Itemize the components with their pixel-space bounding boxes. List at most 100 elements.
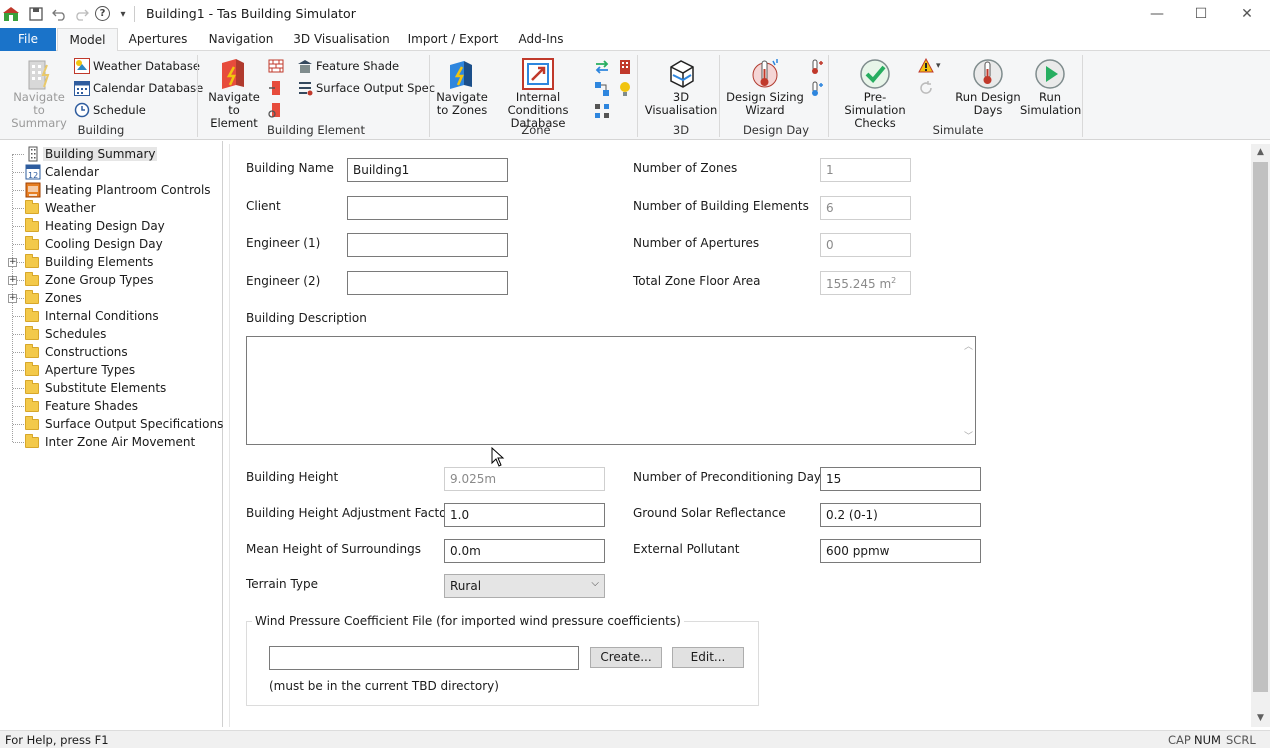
calendar-database-button[interactable]: Calendar Database	[74, 78, 203, 98]
expand-icon[interactable]: +	[8, 258, 17, 267]
building-name-input[interactable]: Building1	[347, 158, 508, 182]
zone-group-icon[interactable]	[594, 81, 610, 97]
client-input[interactable]	[347, 196, 508, 220]
minimize-button[interactable]: —	[1134, 0, 1180, 28]
zone-swap-icon[interactable]	[594, 59, 610, 75]
run-design-days-button[interactable]: Run Design Days	[954, 53, 1022, 117]
scroll-up-icon[interactable]: ▲	[1251, 144, 1270, 161]
tree-item[interactable]: Schedules	[0, 325, 223, 343]
tab-3d-visualisation[interactable]: 3D Visualisation	[291, 28, 392, 51]
run-simulation-button[interactable]: Run Simulation	[1020, 53, 1081, 117]
navigate-to-zones-button[interactable]: Navigate to Zones	[435, 53, 489, 117]
tab-apertures[interactable]: Apertures	[124, 28, 192, 51]
warning-dropdown-icon[interactable]: ▾	[936, 58, 952, 74]
edit-button[interactable]: Edit...	[672, 647, 744, 668]
tree-item[interactable]: Building Summary	[0, 145, 223, 163]
expand-icon[interactable]: +	[8, 294, 17, 303]
scroll-down-icon[interactable]: ▼	[1251, 710, 1270, 727]
height-adjustment-input[interactable]: 1.0	[444, 503, 605, 527]
tree-item[interactable]: Internal Conditions	[0, 307, 223, 325]
textarea-scroll-down-icon[interactable]: ﹀	[964, 429, 973, 442]
plantroom-icon	[25, 182, 41, 198]
folder-icon	[25, 290, 39, 304]
tree-connector	[13, 208, 24, 209]
surface-output-icon	[297, 80, 313, 96]
tree-item[interactable]: Aperture Types	[0, 361, 223, 379]
pre-simulation-checks-button[interactable]: Pre-Simulation Checks	[834, 53, 916, 130]
app-icon[interactable]	[2, 5, 20, 23]
maximize-button[interactable]: ☐	[1178, 0, 1224, 28]
checks-icon	[859, 57, 891, 89]
3d-visualisation-button[interactable]: 3D Visualisation	[643, 53, 719, 117]
lighting-bulb-icon[interactable]	[617, 81, 633, 97]
tab-file[interactable]: File	[0, 28, 56, 51]
textarea-scroll-up-icon[interactable]: ︿	[964, 339, 973, 352]
tree-item[interactable]: + Building Elements	[0, 253, 223, 271]
terrain-type-select[interactable]: Rural ⌵	[444, 574, 605, 598]
wind-pressure-note: (must be in the current TBD directory)	[269, 679, 499, 693]
tree-item[interactable]: Cooling Design Day	[0, 235, 223, 253]
title-bar: ? ▾ Building1 - Tas Building Simulator —…	[0, 0, 1270, 28]
height-adjustment-label: Building Height Adjustment Factor	[246, 506, 452, 520]
help-icon[interactable]: ?	[95, 6, 110, 21]
brick-wall-icon[interactable]	[268, 58, 284, 74]
create-button[interactable]: Create...	[590, 647, 662, 668]
mean-height-input[interactable]: 0.0m	[444, 539, 605, 563]
wind-pressure-file-input[interactable]	[269, 646, 579, 670]
cooling-thermometer-icon[interactable]	[808, 81, 824, 97]
zone-network-icon[interactable]	[594, 103, 610, 119]
status-bar: For Help, press F1 CAP NUM SCRL	[0, 730, 1270, 748]
tree-item[interactable]: 12 Calendar	[0, 163, 223, 181]
tab-add-ins[interactable]: Add-Ins	[513, 28, 569, 51]
engineer2-input[interactable]	[347, 271, 508, 295]
group-separator	[197, 55, 198, 137]
warning-flag-icon[interactable]	[918, 57, 934, 74]
tree-item-label: Substitute Elements	[45, 381, 167, 395]
scrollbar-thumb[interactable]	[1253, 162, 1268, 692]
navigate-to-element-button[interactable]: Navigate to Element	[203, 53, 265, 130]
design-sizing-wizard-button[interactable]: Design Sizing Wizard	[726, 53, 804, 117]
close-button[interactable]: ✕	[1224, 0, 1270, 28]
tree-item[interactable]: Weather	[0, 199, 223, 217]
tree-item[interactable]: Surface Output Specifications	[0, 415, 223, 433]
engineer1-input[interactable]	[347, 233, 508, 257]
tree-item-label: Inter Zone Air Movement	[45, 435, 196, 449]
navigate-to-summary-button[interactable]: Navigate to Summary	[6, 53, 72, 130]
preconditioning-days-input[interactable]: 15	[820, 467, 981, 491]
heating-thermometer-icon[interactable]	[808, 59, 824, 75]
external-pollutant-input[interactable]: 600 ppmw	[820, 539, 981, 563]
ground-reflectance-input[interactable]: 0.2 (0-1)	[820, 503, 981, 527]
save-icon[interactable]	[27, 5, 45, 23]
tab-import-export[interactable]: Import / Export	[405, 28, 501, 51]
surface-output-spec-button[interactable]: Surface Output Spec	[297, 78, 435, 98]
redo-icon[interactable]	[72, 5, 90, 23]
element-link-icon[interactable]	[268, 102, 284, 118]
tree-item[interactable]: Inter Zone Air Movement	[0, 433, 223, 451]
refresh-icon[interactable]	[918, 80, 934, 96]
undo-icon[interactable]	[51, 5, 69, 23]
tab-navigation[interactable]: Navigation	[204, 28, 278, 51]
tree-item[interactable]: Substitute Elements	[0, 379, 223, 397]
building-description-textarea[interactable]: ︿ ﹀	[246, 336, 976, 445]
navigate-to-zones-label: Navigate to Zones	[436, 90, 488, 117]
tab-model[interactable]: Model	[57, 28, 118, 52]
element-split-icon[interactable]	[268, 80, 284, 96]
tree-item[interactable]: Heating Design Day	[0, 217, 223, 235]
schedule-button[interactable]: Schedule	[74, 100, 146, 120]
feature-shade-button[interactable]: Feature Shade	[297, 56, 399, 76]
vertical-scrollbar[interactable]: ▲ ▼	[1251, 144, 1270, 727]
sizing-wizard-icon	[749, 57, 781, 89]
expand-icon[interactable]: +	[8, 276, 17, 285]
folder-icon	[25, 218, 39, 232]
weather-database-button[interactable]: Weather Database	[74, 56, 200, 76]
tree-item[interactable]: + Zone Group Types	[0, 271, 223, 289]
internal-conditions-database-button[interactable]: Internal Conditions Database	[487, 53, 589, 130]
customize-dropdown-icon[interactable]: ▾	[114, 5, 132, 23]
zone-building-icon[interactable]	[617, 59, 633, 75]
tree-item[interactable]: + Zones	[0, 289, 223, 307]
svg-text:12: 12	[28, 171, 38, 180]
tree-item[interactable]: Heating Plantroom Controls	[0, 181, 223, 199]
mean-height-label: Mean Height of Surroundings	[246, 542, 421, 556]
tree-item[interactable]: Constructions	[0, 343, 223, 361]
tree-item[interactable]: Feature Shades	[0, 397, 223, 415]
